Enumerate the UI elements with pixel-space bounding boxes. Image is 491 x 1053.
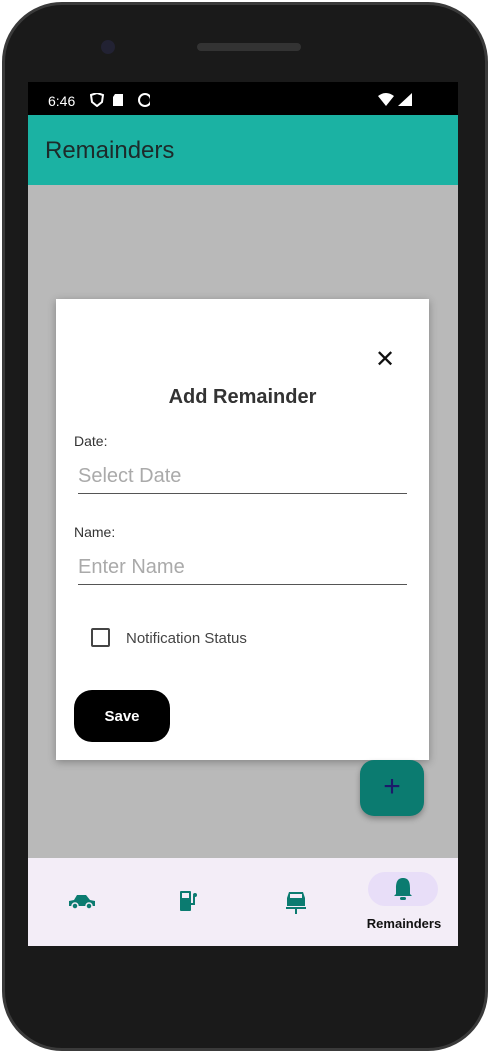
name-input[interactable]: [78, 551, 407, 585]
bottom-nav: Remainders: [28, 858, 458, 946]
notification-label: Notification Status: [126, 630, 247, 647]
car-icon: [68, 895, 95, 910]
date-label: Date:: [74, 433, 108, 449]
dialog-title: Add Remainder: [168, 386, 317, 408]
content-scrim[interactable]: ✕ Add Remainder Date: Name: Notification…: [28, 185, 458, 858]
nav-label-remainders: Remainders: [366, 916, 442, 931]
app-bar: Remainders: [28, 115, 458, 185]
car-lift-icon: [285, 892, 306, 914]
notification-checkbox[interactable]: [91, 628, 110, 647]
nav-active-indicator: [368, 872, 438, 906]
nav-item-fuel[interactable]: [135, 858, 242, 946]
page-title: Remainders: [45, 137, 175, 164]
save-button[interactable]: Save: [74, 690, 170, 742]
speaker-grille: [197, 43, 301, 51]
signal-wifi-icons: [378, 93, 412, 106]
name-label: Name:: [74, 524, 116, 540]
status-time: 6:46: [48, 93, 76, 109]
add-fab-button[interactable]: +: [360, 760, 424, 816]
status-notification-icons: [90, 93, 150, 107]
screen: 6:46 Remainders ✕ Add Remainder Date: Na…: [28, 82, 458, 946]
bell-icon: [394, 878, 412, 900]
ev-station-icon: [179, 891, 197, 911]
add-remainder-dialog: ✕ Add Remainder Date: Name: Notification…: [56, 299, 429, 760]
date-input[interactable]: [78, 460, 407, 494]
status-bar: 6:46: [28, 82, 458, 115]
nav-item-cars[interactable]: [28, 858, 135, 946]
close-icon[interactable]: ✕: [375, 345, 395, 374]
nav-item-service[interactable]: [242, 858, 349, 946]
camera-icon: [101, 40, 115, 54]
